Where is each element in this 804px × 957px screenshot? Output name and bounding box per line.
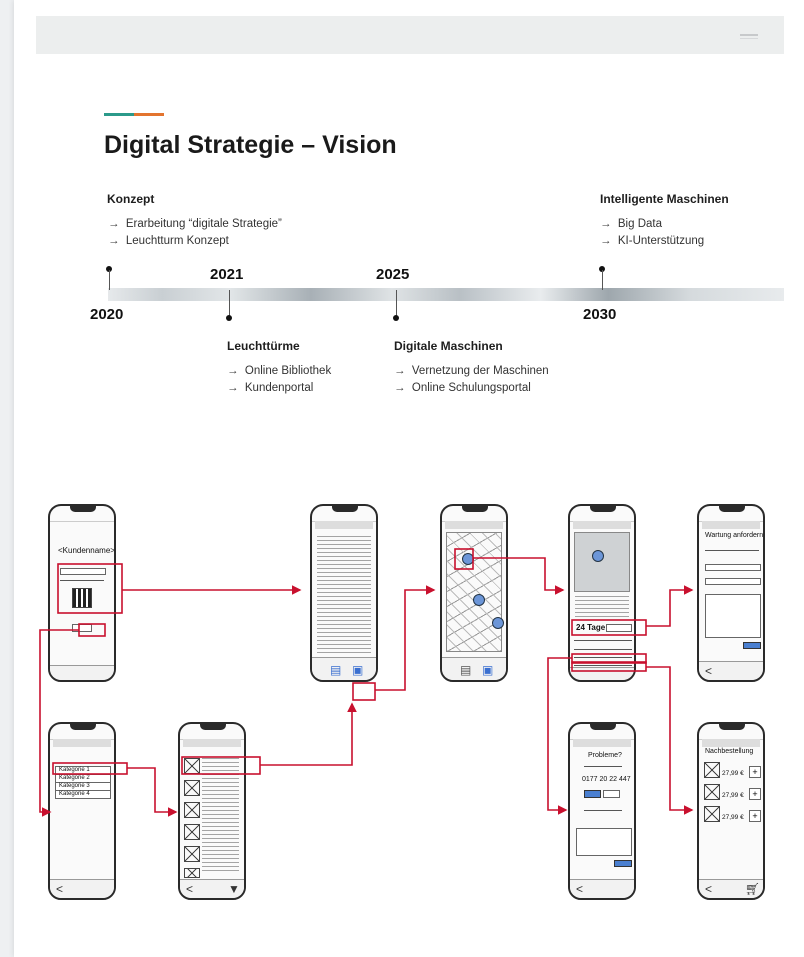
highlight-days — [571, 619, 647, 636]
highlight-login-button — [78, 623, 106, 637]
highlight-drawing-part — [454, 548, 474, 570]
highlight-product-1 — [181, 756, 261, 775]
flow-arrows — [39, 548, 694, 817]
highlight-qr-box — [57, 563, 123, 614]
highlight-kategorie-1 — [52, 762, 128, 775]
highlight-image-button — [352, 682, 376, 701]
